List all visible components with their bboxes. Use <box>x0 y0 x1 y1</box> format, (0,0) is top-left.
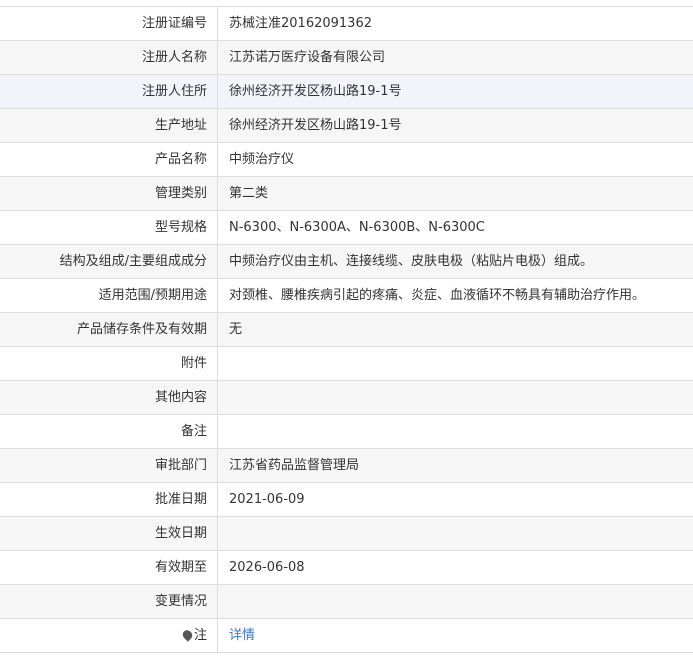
row-intended-use: 适用范围/预期用途 对颈椎、腰椎疾病引起的疼痛、炎症、血液循环不畅具有辅助治疗作… <box>0 279 693 313</box>
row-remarks: 备注 <box>0 415 693 449</box>
details-link[interactable]: 详情 <box>229 628 255 643</box>
row-label: 产品名称 <box>0 143 218 176</box>
row-product-name: 产品名称 中频治疗仪 <box>0 143 693 177</box>
row-value: 徐州经济开发区杨山路19-1号 <box>218 109 693 142</box>
row-effective-date: 生效日期 <box>0 517 693 551</box>
row-label: 批准日期 <box>0 483 218 516</box>
row-value: 江苏省药品监督管理局 <box>218 449 693 482</box>
row-model-spec: 型号规格 N-6300、N-6300A、N-6300B、N-6300C <box>0 211 693 245</box>
registration-record-table: 注册证编号 苏械注准20162091362 注册人名称 江苏诺万医疗设备有限公司… <box>0 6 693 653</box>
row-value <box>218 381 693 414</box>
row-value: 2021-06-09 <box>229 492 305 507</box>
row-attachments: 附件 <box>0 347 693 381</box>
row-label: 产品储存条件及有效期 <box>0 313 218 346</box>
row-value: 徐州经济开发区杨山路19-1号 <box>218 75 693 108</box>
row-label: 附件 <box>0 347 218 380</box>
row-production-address: 生产地址 徐州经济开发区杨山路19-1号 <box>0 109 693 143</box>
row-management-category: 管理类别 第二类 <box>0 177 693 211</box>
row-label: 审批部门 <box>0 449 218 482</box>
row-value: 无 <box>218 313 693 346</box>
row-label: 型号规格 <box>0 211 218 244</box>
row-value: 苏械注准20162091362 <box>229 16 372 31</box>
row-other-content: 其他内容 <box>0 381 693 415</box>
row-label: 生产地址 <box>0 109 218 142</box>
note-value-cell: 详情 <box>218 619 693 652</box>
row-approval-department: 审批部门 江苏省药品监督管理局 <box>0 449 693 483</box>
row-value: N-6300、N-6300A、N-6300B、N-6300C <box>229 220 485 235</box>
row-label: 有效期至 <box>0 551 218 584</box>
row-label: 其他内容 <box>0 381 218 414</box>
row-label: 备注 <box>0 415 218 448</box>
row-label: 注册人住所 <box>0 75 218 108</box>
row-value: 中频治疗仪 <box>229 152 295 167</box>
pin-icon <box>180 628 195 642</box>
row-label: 结构及组成/主要组成成分 <box>0 245 218 278</box>
row-label: 注册人名称 <box>0 41 218 74</box>
row-label: 生效日期 <box>0 517 218 550</box>
note-label-cell: 注 <box>0 619 218 652</box>
row-value <box>218 517 693 550</box>
row-value: 第二类 <box>218 177 693 210</box>
row-value <box>218 415 693 448</box>
row-value: 2026-06-08 <box>229 560 305 575</box>
row-storage-validity: 产品储存条件及有效期 无 <box>0 313 693 347</box>
row-label: 注册证编号 <box>0 7 218 40</box>
row-change-history: 变更情况 <box>0 585 693 619</box>
row-note: 注 详情 <box>0 619 693 653</box>
row-registrant-address: 注册人住所 徐州经济开发区杨山路19-1号 <box>0 75 693 109</box>
row-value: 对颈椎、腰椎疾病引起的疼痛、炎症、血液循环不畅具有辅助治疗作用。 <box>229 288 646 303</box>
row-value: 江苏诺万医疗设备有限公司 <box>218 41 693 74</box>
row-value: 中频治疗仪由主机、连接线缆、皮肤电极（粘贴片电极）组成。 <box>218 245 693 278</box>
row-valid-until: 有效期至 2026-06-08 <box>0 551 693 585</box>
row-label: 变更情况 <box>0 585 218 618</box>
row-structure-composition: 结构及组成/主要组成成分 中频治疗仪由主机、连接线缆、皮肤电极（粘贴片电极）组成… <box>0 245 693 279</box>
row-registrant-name: 注册人名称 江苏诺万医疗设备有限公司 <box>0 41 693 75</box>
note-label: 注 <box>193 628 207 643</box>
row-approval-date: 批准日期 2021-06-09 <box>0 483 693 517</box>
row-value <box>218 347 693 380</box>
row-value <box>218 585 693 618</box>
row-label: 适用范围/预期用途 <box>0 279 218 312</box>
row-registration-number: 注册证编号 苏械注准20162091362 <box>0 7 693 41</box>
row-label: 管理类别 <box>0 177 218 210</box>
